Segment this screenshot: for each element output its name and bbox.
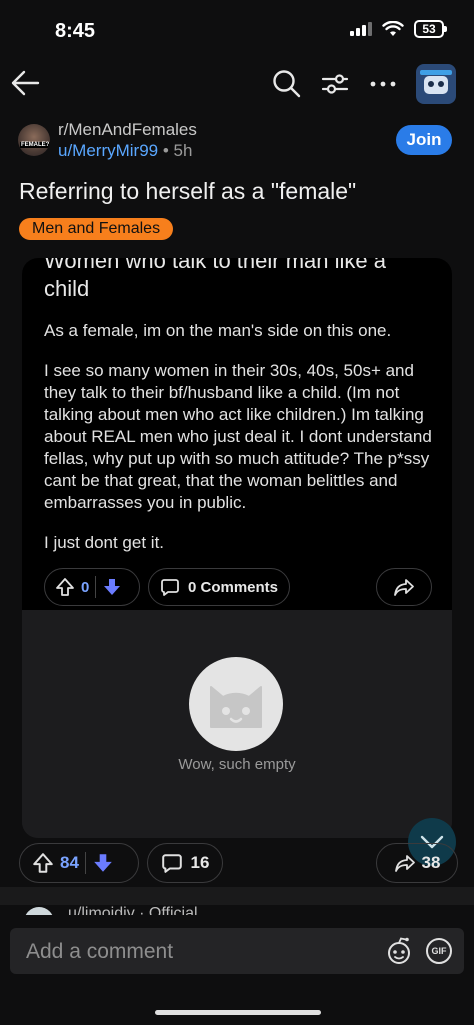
crosspost-comments-label: 0 Comments	[187, 578, 279, 596]
commenter-name: u/limoidiv · Official	[68, 905, 198, 915]
status-icons: 53	[350, 20, 447, 38]
gif-button[interactable]: GIF	[426, 938, 452, 964]
crosspost-title: child	[44, 276, 90, 301]
crosspost-body: As a female, im on the man's side on thi…	[44, 320, 434, 572]
body-paragraph: I just dont get it.	[44, 533, 165, 552]
subreddit-avatar[interactable]: FEMALE?	[18, 124, 50, 156]
status-time: 8:45	[55, 20, 96, 42]
author-line: u/MerryMir99 • 5h	[58, 141, 192, 161]
downvote-icon[interactable]	[102, 577, 122, 597]
crosspost-actions: 0 0 Comments	[44, 568, 432, 606]
post-share-button[interactable]: 38	[376, 843, 458, 883]
crosspost-comments-button[interactable]: 0 Comments	[148, 568, 290, 606]
post-comment-count: 16	[190, 853, 210, 872]
upvote-icon[interactable]	[55, 577, 75, 597]
back-button[interactable]	[8, 66, 42, 100]
comment-placeholder: Add a comment	[26, 940, 174, 963]
post-time: 5h	[173, 141, 193, 160]
cellular-signal-icon	[350, 22, 372, 36]
snoo-emoji-icon[interactable]	[384, 936, 414, 966]
comment-icon	[161, 579, 179, 596]
empty-comments-area: Wow, such empty	[22, 610, 452, 838]
crosspost-content: Women who talk to their man like a child…	[22, 258, 452, 610]
crosspost-vote-count: 0	[81, 578, 90, 596]
crosspost-vote-group: 0	[44, 568, 140, 606]
author-link[interactable]: u/MerryMir99	[58, 141, 158, 160]
comment-icon	[161, 854, 182, 873]
post-separator: •	[162, 141, 169, 160]
user-avatar[interactable]	[416, 64, 456, 104]
post-flair[interactable]: Men and Females	[19, 218, 174, 240]
post-title: Referring to herself as a "female"	[19, 178, 357, 204]
join-button[interactable]: Join	[396, 125, 452, 155]
body-paragraph: I see so many women in their 30s, 40s, 5…	[44, 361, 432, 512]
top-nav-bar	[0, 62, 474, 106]
search-icon	[273, 70, 301, 98]
empty-state-text: Wow, such empty	[178, 756, 296, 773]
post-header: FEMALE? r/MenAndFemales u/MerryMir99 • 5…	[18, 120, 458, 164]
crosspost-share-button[interactable]	[376, 568, 432, 606]
wifi-icon	[382, 21, 404, 36]
section-divider	[0, 887, 474, 905]
empty-state-cat-icon	[189, 657, 283, 751]
comment-input[interactable]: Add a comment GIF	[10, 928, 464, 974]
sort-filter-icon	[321, 74, 349, 94]
more-options-button[interactable]	[368, 69, 398, 99]
crosspost-card[interactable]: Women who talk to their man like a child…	[22, 258, 452, 838]
downvote-icon[interactable]	[92, 852, 114, 874]
post-comments-button[interactable]: 16	[147, 843, 223, 883]
subreddit-name[interactable]: r/MenAndFemales	[58, 120, 197, 140]
next-comment-peek: u/limoidiv · Official	[24, 905, 444, 915]
arrow-left-icon	[11, 70, 40, 96]
post-share-count: 38	[421, 853, 441, 872]
post-vote-group: 84	[19, 843, 139, 883]
share-icon	[394, 579, 414, 596]
upvote-icon[interactable]	[32, 852, 54, 874]
crosspost-title-clipped: Women who talk to their man like a	[44, 258, 386, 273]
body-paragraph: As a female, im on the man's side on thi…	[44, 321, 392, 340]
comment-composer-bar: Add a comment GIF	[0, 918, 474, 990]
search-button[interactable]	[272, 69, 302, 99]
home-indicator	[155, 1010, 321, 1015]
battery-indicator: 53	[414, 20, 447, 38]
more-horizontal-icon	[370, 81, 396, 87]
status-bar: 8:45 53	[0, 0, 474, 60]
post-vote-count: 84	[60, 853, 79, 872]
sort-button[interactable]	[320, 69, 350, 99]
post-actions: 84 16 38	[19, 843, 459, 883]
share-icon	[394, 855, 415, 872]
commenter-avatar	[24, 907, 54, 915]
